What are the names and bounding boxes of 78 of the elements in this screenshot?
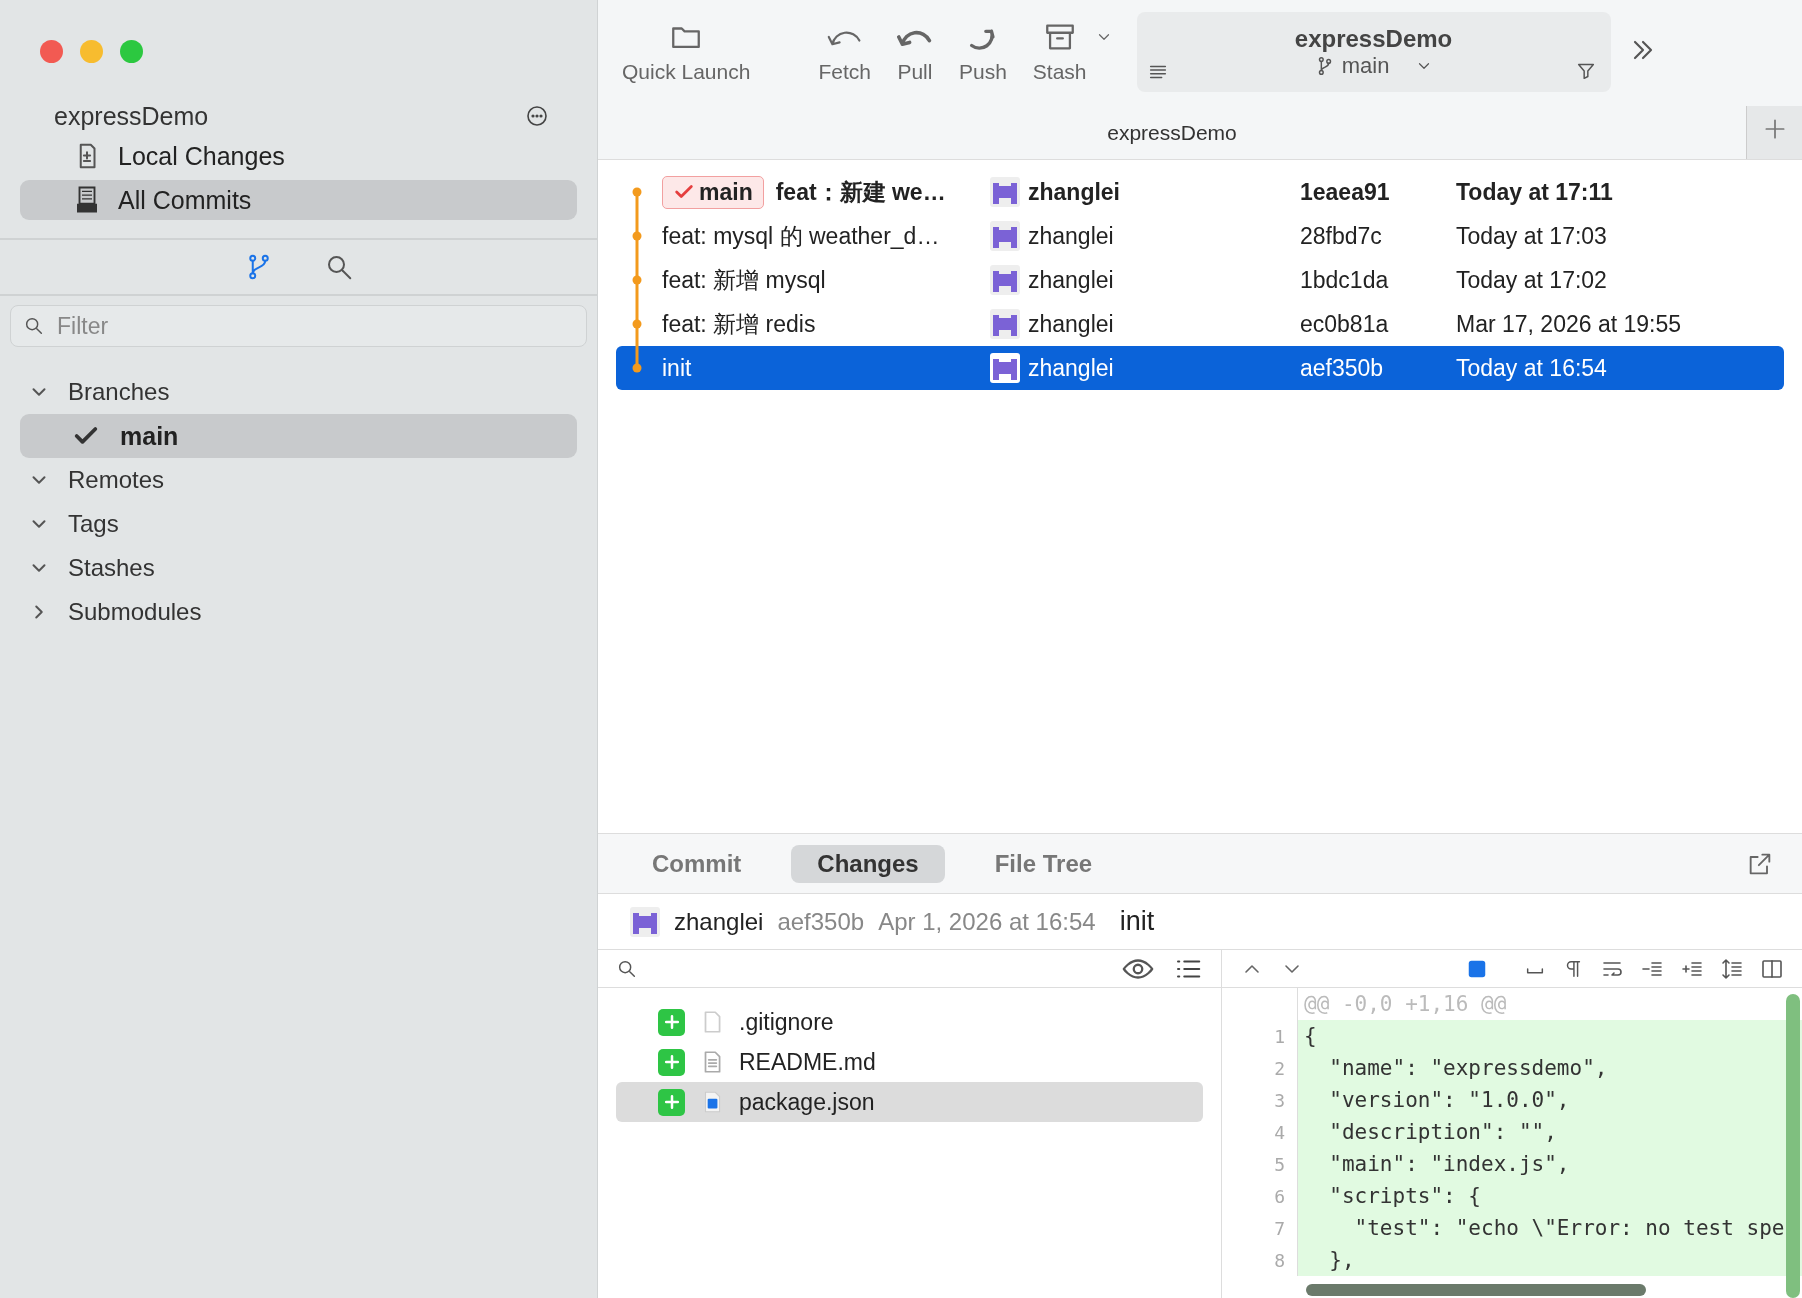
horizontal-scrollbar[interactable] xyxy=(1306,1284,1646,1296)
file-row[interactable]: README.md xyxy=(616,1042,1203,1082)
section-header[interactable]: Branches xyxy=(0,370,597,414)
avatar-icon xyxy=(990,177,1020,207)
commit-row[interactable]: init zhanglei aef350b Today at 16:54 xyxy=(616,346,1784,390)
repository-selector[interactable]: expressDemo main xyxy=(1136,12,1611,92)
graph-node-icon xyxy=(632,319,642,329)
avatar-icon xyxy=(630,906,660,937)
commit-subject: feat: 新增 mysql xyxy=(662,265,826,295)
search-icon xyxy=(23,315,45,337)
branch-item[interactable]: main xyxy=(20,414,577,458)
commit-author: zhanglei xyxy=(1028,178,1120,206)
commit-date: Today at 17:02 xyxy=(1456,266,1608,294)
graph-node-icon xyxy=(632,187,642,197)
detail-tab[interactable]: Changes xyxy=(791,844,945,883)
toolbar-button[interactable]: Pull xyxy=(888,20,941,84)
graph-node-icon xyxy=(632,231,642,241)
vertical-scrollbar[interactable] xyxy=(1786,994,1800,1298)
graph-node-icon xyxy=(632,363,642,373)
commit-row[interactable]: main feat：新建 we… zhanglei 1eaea91 Today at 17:11 xyxy=(616,170,1784,214)
commit-author: zhanglei xyxy=(674,907,764,936)
sidebar-item-label: All Commits xyxy=(118,185,252,215)
detail-tab[interactable]: Commit xyxy=(626,844,768,883)
commit-subject: feat: mysql 的 weather_d… xyxy=(662,221,940,251)
commit-date: Today at 16:54 xyxy=(1456,354,1608,382)
sidebar-item[interactable]: Local Changes xyxy=(20,136,577,176)
commit-author: zhanglei xyxy=(1028,354,1114,382)
sidebar-item-label: Local Changes xyxy=(118,141,285,171)
more-icon[interactable] xyxy=(525,104,549,128)
section-header[interactable]: Submodules xyxy=(0,590,597,634)
file-name: .gitignore xyxy=(739,1008,834,1036)
commit-hash: 1eaea91 xyxy=(1300,178,1391,206)
hunk-header: @@ -0,0 +1,16 @@ xyxy=(1303,991,1508,1018)
graph-node-icon xyxy=(632,275,642,285)
commit-date: Mar 17, 2026 at 19:55 xyxy=(1456,310,1683,338)
commit-date: Today at 17:11 xyxy=(1456,178,1614,206)
toolbar-button[interactable]: Quick Launch xyxy=(614,20,759,84)
sidebar-item[interactable]: All Commits xyxy=(20,180,577,220)
avatar-icon xyxy=(990,221,1020,251)
branch-tag: main xyxy=(662,175,764,209)
file-name: README.md xyxy=(739,1048,876,1076)
commit-hash: aef350b xyxy=(1300,354,1385,382)
commit-date: Apr 1, 2026 at 16:54 xyxy=(878,907,1096,936)
filter-input[interactable]: Filter xyxy=(55,311,574,341)
new-tab-button[interactable] xyxy=(1746,106,1802,159)
commit-author: zhanglei xyxy=(1028,266,1114,294)
toolbar-button[interactable]: Push xyxy=(950,20,1015,84)
commit-date: Today at 17:03 xyxy=(1456,222,1608,250)
detail-tab[interactable]: File Tree xyxy=(968,844,1119,883)
commit-subject: feat: 新增 redis xyxy=(662,309,816,339)
avatar-icon xyxy=(990,353,1020,383)
commit-hash: ec0b81a xyxy=(1300,310,1390,338)
commit-hash: 28fbd7c xyxy=(1300,222,1383,250)
file-row[interactable]: package.json xyxy=(616,1082,1203,1122)
filter-field[interactable]: Filter xyxy=(10,305,587,347)
avatar-icon xyxy=(990,265,1020,295)
commit-subject: init xyxy=(662,354,692,382)
commit-author: zhanglei xyxy=(1028,222,1114,250)
section-header[interactable]: Tags xyxy=(0,502,597,546)
expand-icon[interactable] xyxy=(1720,956,1744,981)
section-header[interactable]: Remotes xyxy=(0,458,597,502)
toolbar-button[interactable]: Fetch xyxy=(810,20,879,84)
avatar-icon xyxy=(990,309,1020,339)
commit-message: init xyxy=(1119,906,1155,937)
commit-row[interactable]: feat: 新增 mysql zhanglei 1bdc1da Today at 17:02 xyxy=(616,258,1784,302)
branch-label: main xyxy=(1341,53,1390,79)
file-row[interactable]: .gitignore xyxy=(616,1002,1203,1042)
section-header[interactable]: Stashes xyxy=(0,546,597,590)
commit-subject: feat：新建 we… xyxy=(775,177,946,207)
commit-author: zhanglei xyxy=(1028,310,1114,338)
toolbar-button[interactable]: Stash xyxy=(1024,20,1095,84)
repository-title: expressDemo xyxy=(54,101,209,131)
branch-name: main xyxy=(120,421,179,451)
file-name: package.json xyxy=(739,1088,875,1116)
commit-hash: 1bdc1da xyxy=(1300,266,1390,294)
commit-row[interactable]: feat: mysql 的 weather_d… zhanglei 28fbd7c Today at 17:03 xyxy=(616,214,1784,258)
commit-hash: aef350b xyxy=(777,907,865,936)
close-button[interactable] xyxy=(40,40,63,63)
